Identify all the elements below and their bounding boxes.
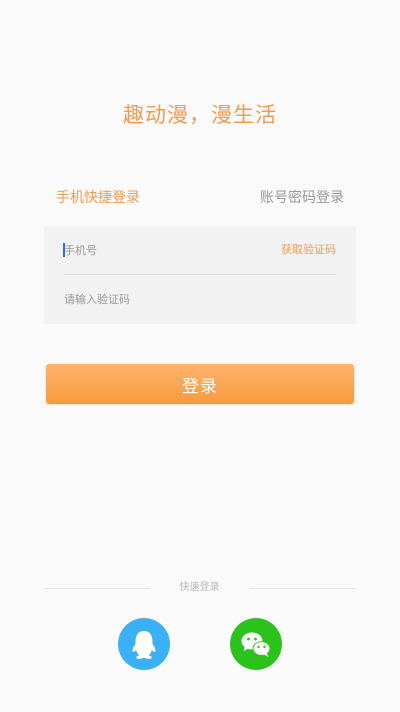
quick-login-divider-right <box>249 588 356 589</box>
verification-code-input[interactable] <box>64 287 336 311</box>
text-cursor <box>63 243 65 257</box>
phone-row: 获取验证码 <box>63 238 336 262</box>
wechat-login-button[interactable] <box>230 618 282 670</box>
qq-icon <box>132 631 156 659</box>
form-divider <box>64 274 336 275</box>
tab-account-login[interactable]: 账号密码登录 <box>260 187 344 209</box>
qq-login-button[interactable] <box>118 618 170 670</box>
code-row <box>64 287 336 311</box>
get-code-button[interactable]: 获取验证码 <box>281 238 336 262</box>
app-slogan: 趣动漫，漫生活 <box>123 103 277 127</box>
quick-login-divider-left <box>44 588 150 589</box>
login-button[interactable]: 登录 <box>46 364 354 404</box>
phone-input[interactable] <box>64 238 254 262</box>
wechat-icon <box>241 632 271 657</box>
login-form-card: 获取验证码 <box>44 226 356 324</box>
tab-quick-login[interactable]: 手机快捷登录 <box>56 187 140 209</box>
quick-login-label: 快速登录 <box>179 582 220 593</box>
